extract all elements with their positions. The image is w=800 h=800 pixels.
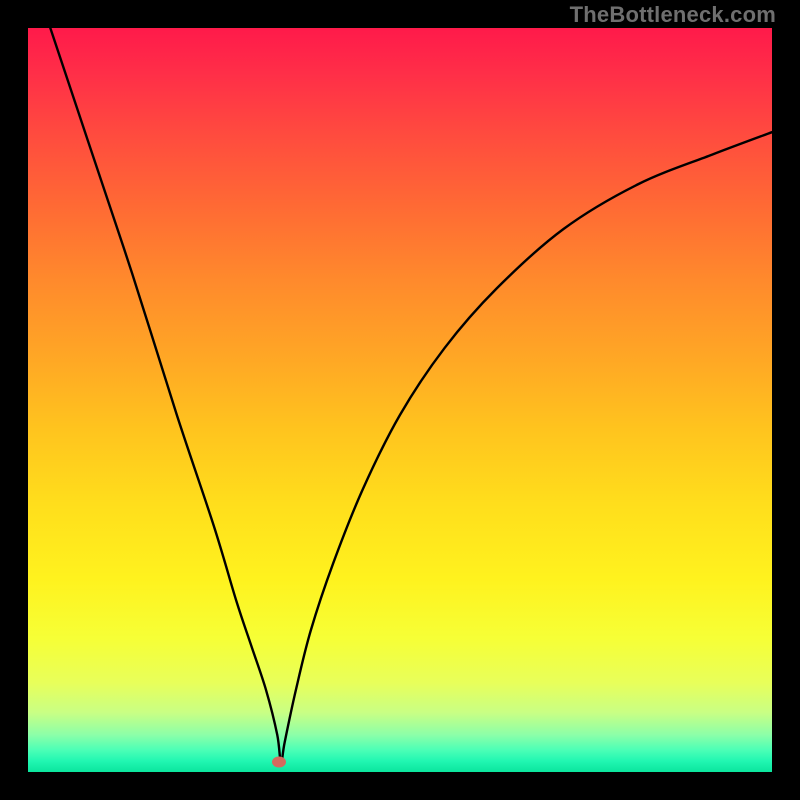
bottleneck-curve: [50, 28, 772, 763]
optimum-marker: [272, 756, 286, 767]
plot-area: [28, 28, 772, 772]
chart-frame: TheBottleneck.com: [0, 0, 800, 800]
curve-layer: [28, 28, 772, 772]
watermark-text: TheBottleneck.com: [570, 2, 776, 28]
